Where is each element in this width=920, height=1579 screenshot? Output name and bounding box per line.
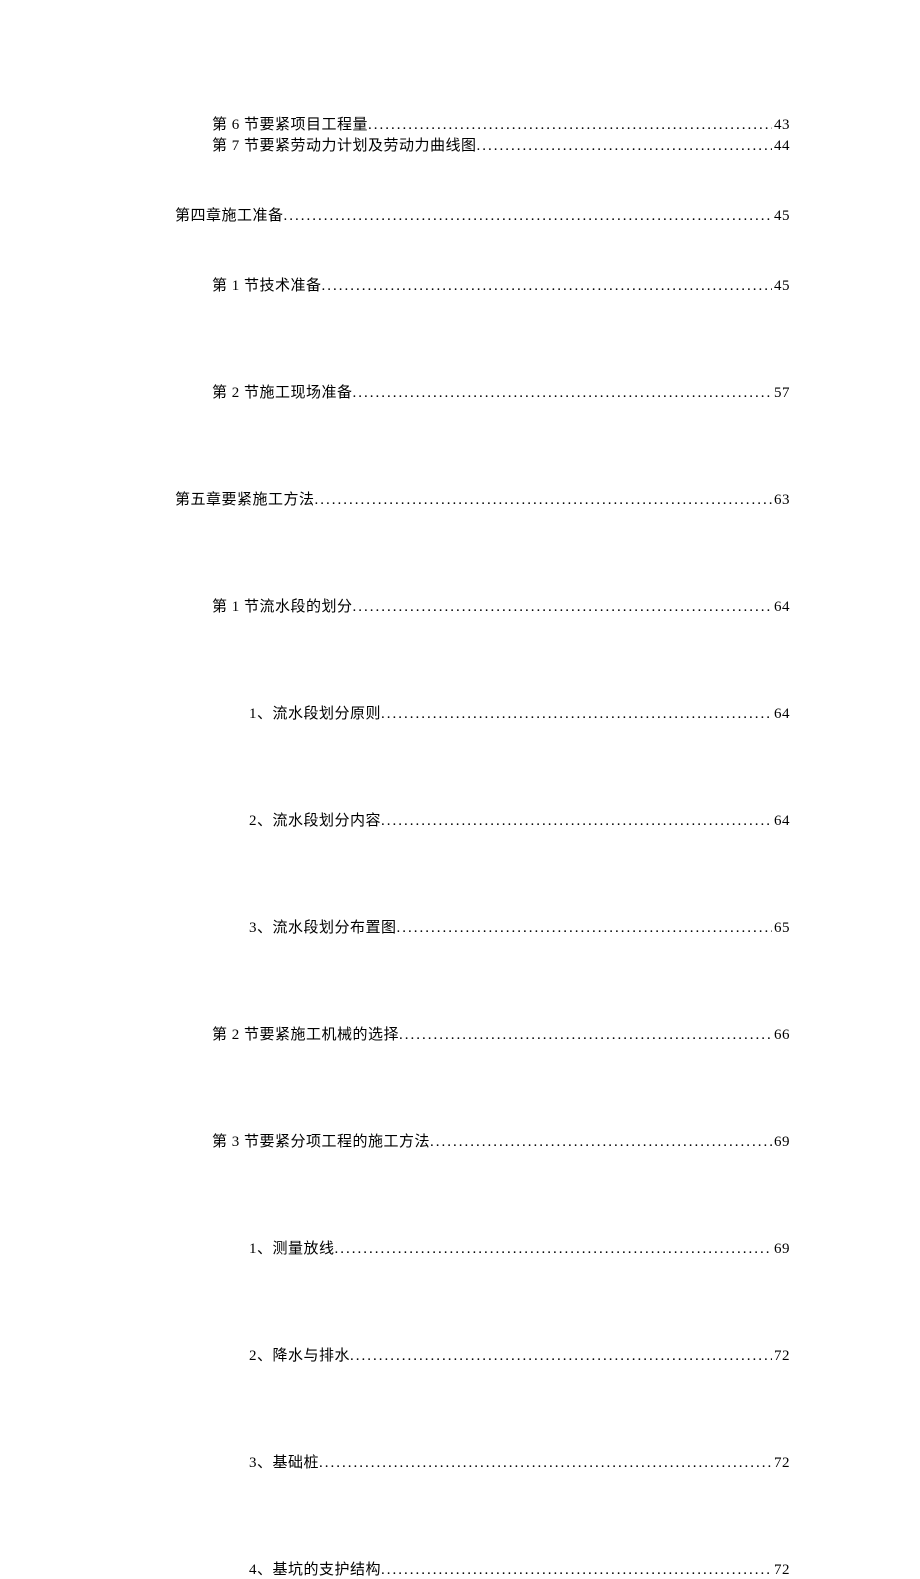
toc-leader-dots	[319, 1455, 772, 1472]
toc-entry: 第 7 节要紧劳动力计划及劳动力曲线图 44	[175, 134, 790, 155]
toc-entry-page: 43	[772, 117, 790, 134]
toc-entry: 第 1 节流水段的划分 64	[175, 595, 790, 616]
toc-leader-dots	[399, 1027, 772, 1044]
toc-entry-label: 1、测量放线	[249, 1237, 335, 1258]
toc-entry: 第 3 节要紧分项工程的施工方法 69	[175, 1130, 790, 1151]
toc-entry: 4、基坑的支护结构 72	[175, 1558, 790, 1579]
toc-entry: 第 2 节施工现场准备 57	[175, 381, 790, 402]
toc-leader-dots	[381, 1562, 772, 1579]
toc-entry: 2、流水段划分内容 64	[175, 809, 790, 830]
toc-entry-page: 72	[772, 1348, 790, 1365]
toc-entry: 3、基础桩 72	[175, 1451, 790, 1472]
toc-entry-label: 4、基坑的支护结构	[249, 1558, 381, 1579]
toc-entry-page: 64	[772, 706, 790, 723]
toc-entry-page: 63	[772, 492, 790, 509]
toc-entry-label: 第四章施工准备	[175, 204, 284, 225]
toc-entry-label: 第 3 节要紧分项工程的施工方法	[212, 1130, 430, 1151]
toc-entry: 第五章要紧施工方法 63	[175, 488, 790, 509]
toc-entry-label: 第 1 节技术准备	[212, 274, 322, 295]
toc-entry-page: 57	[772, 385, 790, 402]
toc-entry-page: 64	[772, 599, 790, 616]
toc-entry-label: 3、基础桩	[249, 1451, 319, 1472]
toc-leader-dots	[381, 813, 772, 830]
toc-leader-dots	[381, 706, 772, 723]
toc-entry-label: 第 6 节要紧项目工程量	[212, 113, 368, 134]
toc-entry-page: 69	[772, 1241, 790, 1258]
toc-entry-label: 3、流水段划分布置图	[249, 916, 397, 937]
toc-entry-page: 45	[772, 278, 790, 295]
toc-entry-label: 第 2 节施工现场准备	[212, 381, 353, 402]
toc-entry-label: 1、流水段划分原则	[249, 702, 381, 723]
toc-leader-dots	[353, 385, 772, 402]
toc-leader-dots	[322, 278, 772, 295]
toc-entry: 2、降水与排水 72	[175, 1344, 790, 1365]
toc-entry-page: 69	[772, 1134, 790, 1151]
toc-entry: 第 6 节要紧项目工程量 43	[175, 113, 790, 134]
toc-entry-label: 第 7 节要紧劳动力计划及劳动力曲线图	[212, 134, 477, 155]
toc-entry-label: 第五章要紧施工方法	[175, 488, 315, 509]
toc-entry: 1、流水段划分原则 64	[175, 702, 790, 723]
toc-entry-page: 72	[772, 1455, 790, 1472]
toc-entry-page: 65	[772, 920, 790, 937]
toc-entry: 1、测量放线 69	[175, 1237, 790, 1258]
toc-leader-dots	[284, 208, 772, 225]
toc-entry: 第 1 节技术准备 45	[175, 274, 790, 295]
toc-entry-page: 45	[772, 208, 790, 225]
toc-leader-dots	[430, 1134, 772, 1151]
toc-leader-dots	[315, 492, 772, 509]
toc-entry-page: 72	[772, 1562, 790, 1579]
toc-leader-dots	[350, 1348, 772, 1365]
toc-leader-dots	[397, 920, 772, 937]
toc-entry-page: 44	[772, 138, 790, 155]
toc-entry: 第 2 节要紧施工机械的选择 66	[175, 1023, 790, 1044]
toc-entry: 第四章施工准备 45	[175, 204, 790, 225]
toc-leader-dots	[368, 117, 772, 134]
toc-leader-dots	[477, 138, 772, 155]
toc-leader-dots	[353, 599, 772, 616]
toc-entry-label: 2、降水与排水	[249, 1344, 350, 1365]
toc-entry-label: 第 1 节流水段的划分	[212, 595, 353, 616]
toc-leader-dots	[335, 1241, 772, 1258]
toc-entry-label: 2、流水段划分内容	[249, 809, 381, 830]
toc-entry-label: 第 2 节要紧施工机械的选择	[212, 1023, 399, 1044]
toc-entry-page: 66	[772, 1027, 790, 1044]
toc-entry-page: 64	[772, 813, 790, 830]
toc-entry: 3、流水段划分布置图 65	[175, 916, 790, 937]
